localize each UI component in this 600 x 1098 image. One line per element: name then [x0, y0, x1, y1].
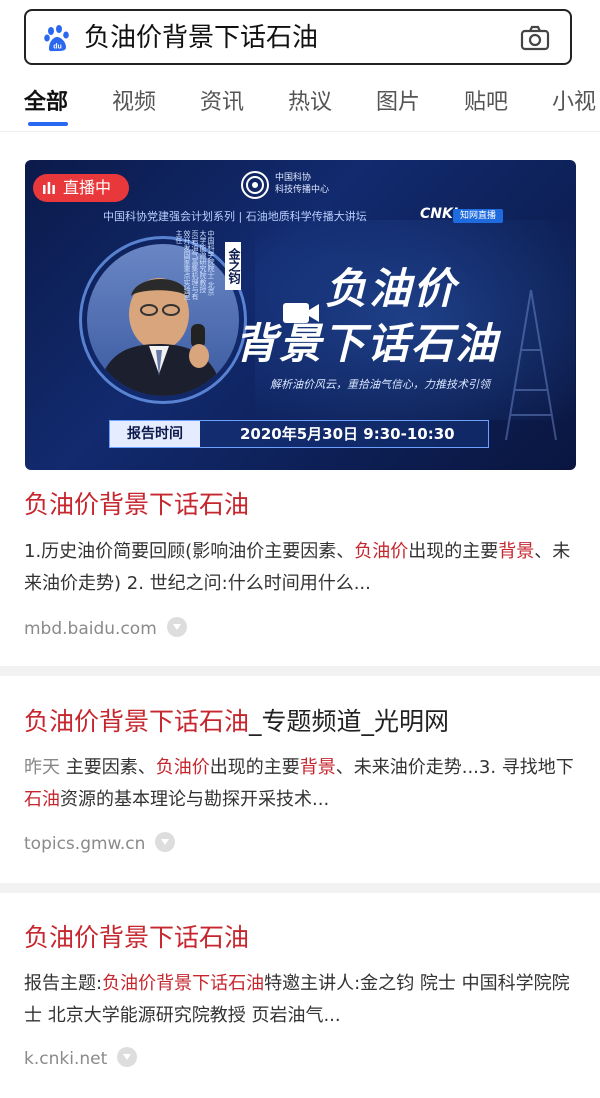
tabs-divider: [0, 131, 600, 132]
result-title[interactable]: 负油价背景下话石油_专题频道_光明网: [24, 705, 449, 739]
snippet-highlight: 背景: [299, 757, 336, 778]
tab-tieba[interactable]: 贴吧: [464, 88, 508, 118]
tab-video[interactable]: 视频: [112, 88, 156, 118]
report-time-label: 报告时间: [110, 421, 200, 447]
source-url[interactable]: topics.gmw.cn: [24, 834, 145, 854]
snippet-text: 资源的基本理论与勘探开采技术...: [60, 789, 330, 810]
search-tabs: 全部 视频 资讯 热议 图片 贴吧 小视: [0, 84, 600, 128]
result-title[interactable]: 负油价背景下话石油: [24, 488, 249, 522]
banner-title-line1: 负油价: [325, 264, 458, 313]
result-source[interactable]: topics.gmw.cn: [24, 832, 176, 856]
org-name: 中国科协 科技传播中心: [275, 172, 329, 196]
snippet-highlight: 负油价: [354, 541, 409, 562]
oil-derrick-icon: [505, 290, 557, 440]
result-title[interactable]: 负油价背景下话石油: [24, 921, 249, 955]
org-name-line2: 科技传播中心: [275, 185, 330, 195]
snippet-text: 主要因素、: [65, 757, 156, 778]
chevron-down-icon[interactable]: [166, 617, 187, 637]
result-source[interactable]: k.cnki.net: [24, 1047, 138, 1071]
snippet-highlight: 负油价: [155, 757, 210, 778]
result-title-highlight[interactable]: 负油价背景下话石油: [24, 707, 249, 736]
report-time-value: 2020年5月30日 9:30-10:30: [240, 425, 455, 443]
video-thumbnail[interactable]: 直播中 中国科协 科技传播中心 中国科协党建强会计划系列 | 石油地质科学传播大…: [25, 160, 576, 470]
snippet-text: 、未来油价走势...3. 寻找地下: [335, 757, 574, 778]
org-name-line1: 中国科协: [275, 173, 312, 183]
search-input[interactable]: 负油价背景下话石油: [84, 21, 318, 55]
tab-all[interactable]: 全部: [24, 88, 68, 118]
speaker-name: 金之钧: [225, 242, 241, 290]
live-badge: 直播中: [33, 174, 129, 202]
tab-short-video[interactable]: 小视: [552, 88, 596, 118]
source-url[interactable]: k.cnki.net: [24, 1049, 107, 1069]
snippet-highlight: 背景: [498, 541, 535, 562]
video-camera-play-icon[interactable]: [281, 298, 321, 328]
speaker-portrait: [87, 244, 239, 396]
cnki-live-tag: 知网直播: [453, 209, 503, 223]
snippet-text: 出现的主要: [408, 541, 499, 562]
result-snippet: 1.历史油价简要回顾(影响油价主要因素、负油价出现的主要背景、未来油价走势) 2…: [24, 536, 576, 600]
result-separator: [0, 666, 600, 676]
result-separator: [0, 883, 600, 893]
source-url[interactable]: mbd.baidu.com: [24, 619, 157, 639]
svg-text:du: du: [53, 44, 62, 51]
snippet-text: 1.历史油价简要回顾(影响油价主要因素、: [24, 541, 355, 562]
live-badge-label: 直播中: [63, 178, 112, 197]
result-title-rest[interactable]: _专题频道_光明网: [249, 707, 449, 736]
snippet-highlight: 石油: [24, 789, 60, 810]
snippet-text: 出现的主要: [209, 757, 300, 778]
result-snippet: 昨天 主要因素、负油价出现的主要背景、未来油价走势...3. 寻找地下石油资源的…: [24, 752, 576, 816]
search-bar[interactable]: du 负油价背景下话石油: [24, 9, 572, 65]
baidu-paw-icon[interactable]: du: [44, 25, 72, 53]
result-snippet: 报告主题:负油价背景下话石油特邀主讲人:金之钧 院士 中国科学院院士 北京大学能…: [24, 968, 576, 1032]
speaker-bio: 中国科学院院士 北京大学能源研究院教授 页岩油气富集机理与有效开发国家重点实验室…: [175, 230, 215, 300]
active-tab-indicator: [28, 122, 68, 126]
camera-icon[interactable]: [520, 25, 550, 51]
tab-news[interactable]: 资讯: [200, 88, 244, 118]
banner-subtitle: 解析油价风云，重拾油气信心，力推技术引领: [270, 378, 490, 391]
snippet-date: 昨天: [24, 757, 60, 778]
banner-title-line2: 背景下话石油: [235, 319, 500, 368]
snippet-text: 报告主题:: [24, 973, 103, 994]
chevron-down-icon[interactable]: [117, 1047, 138, 1067]
live-bars-icon: [43, 182, 55, 194]
speaker-photo: [97, 278, 223, 396]
result-source[interactable]: mbd.baidu.com: [24, 617, 187, 641]
tab-discussion[interactable]: 热议: [288, 88, 332, 118]
chevron-down-icon[interactable]: [155, 832, 176, 852]
tab-images[interactable]: 图片: [376, 88, 420, 118]
report-time-bar: 报告时间 2020年5月30日 9:30-10:30: [109, 420, 489, 448]
snippet-highlight: 负油价背景下话石油: [102, 973, 265, 994]
banner-series: 中国科协党建强会计划系列 | 石油地质科学传播大讲坛: [103, 210, 367, 223]
cast-org-logo-icon: [241, 171, 269, 199]
